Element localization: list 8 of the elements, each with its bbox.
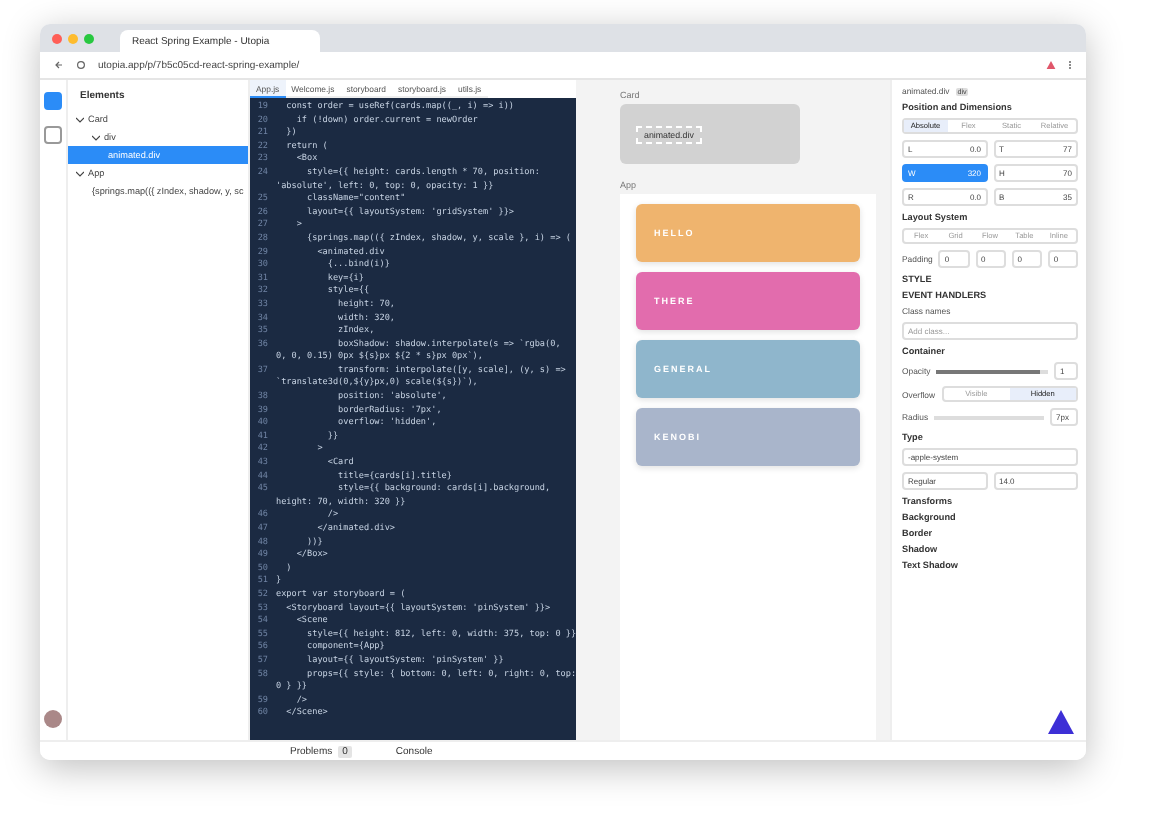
avatar[interactable] xyxy=(44,710,62,728)
code-editor[interactable] xyxy=(250,80,576,740)
caret-icon[interactable] xyxy=(76,115,84,123)
warning-icon[interactable] xyxy=(1046,60,1056,70)
caret-icon[interactable] xyxy=(76,169,84,177)
back-icon[interactable] xyxy=(54,60,64,70)
caret-icon[interactable] xyxy=(92,133,100,141)
triangle-icon[interactable] xyxy=(1048,710,1074,734)
